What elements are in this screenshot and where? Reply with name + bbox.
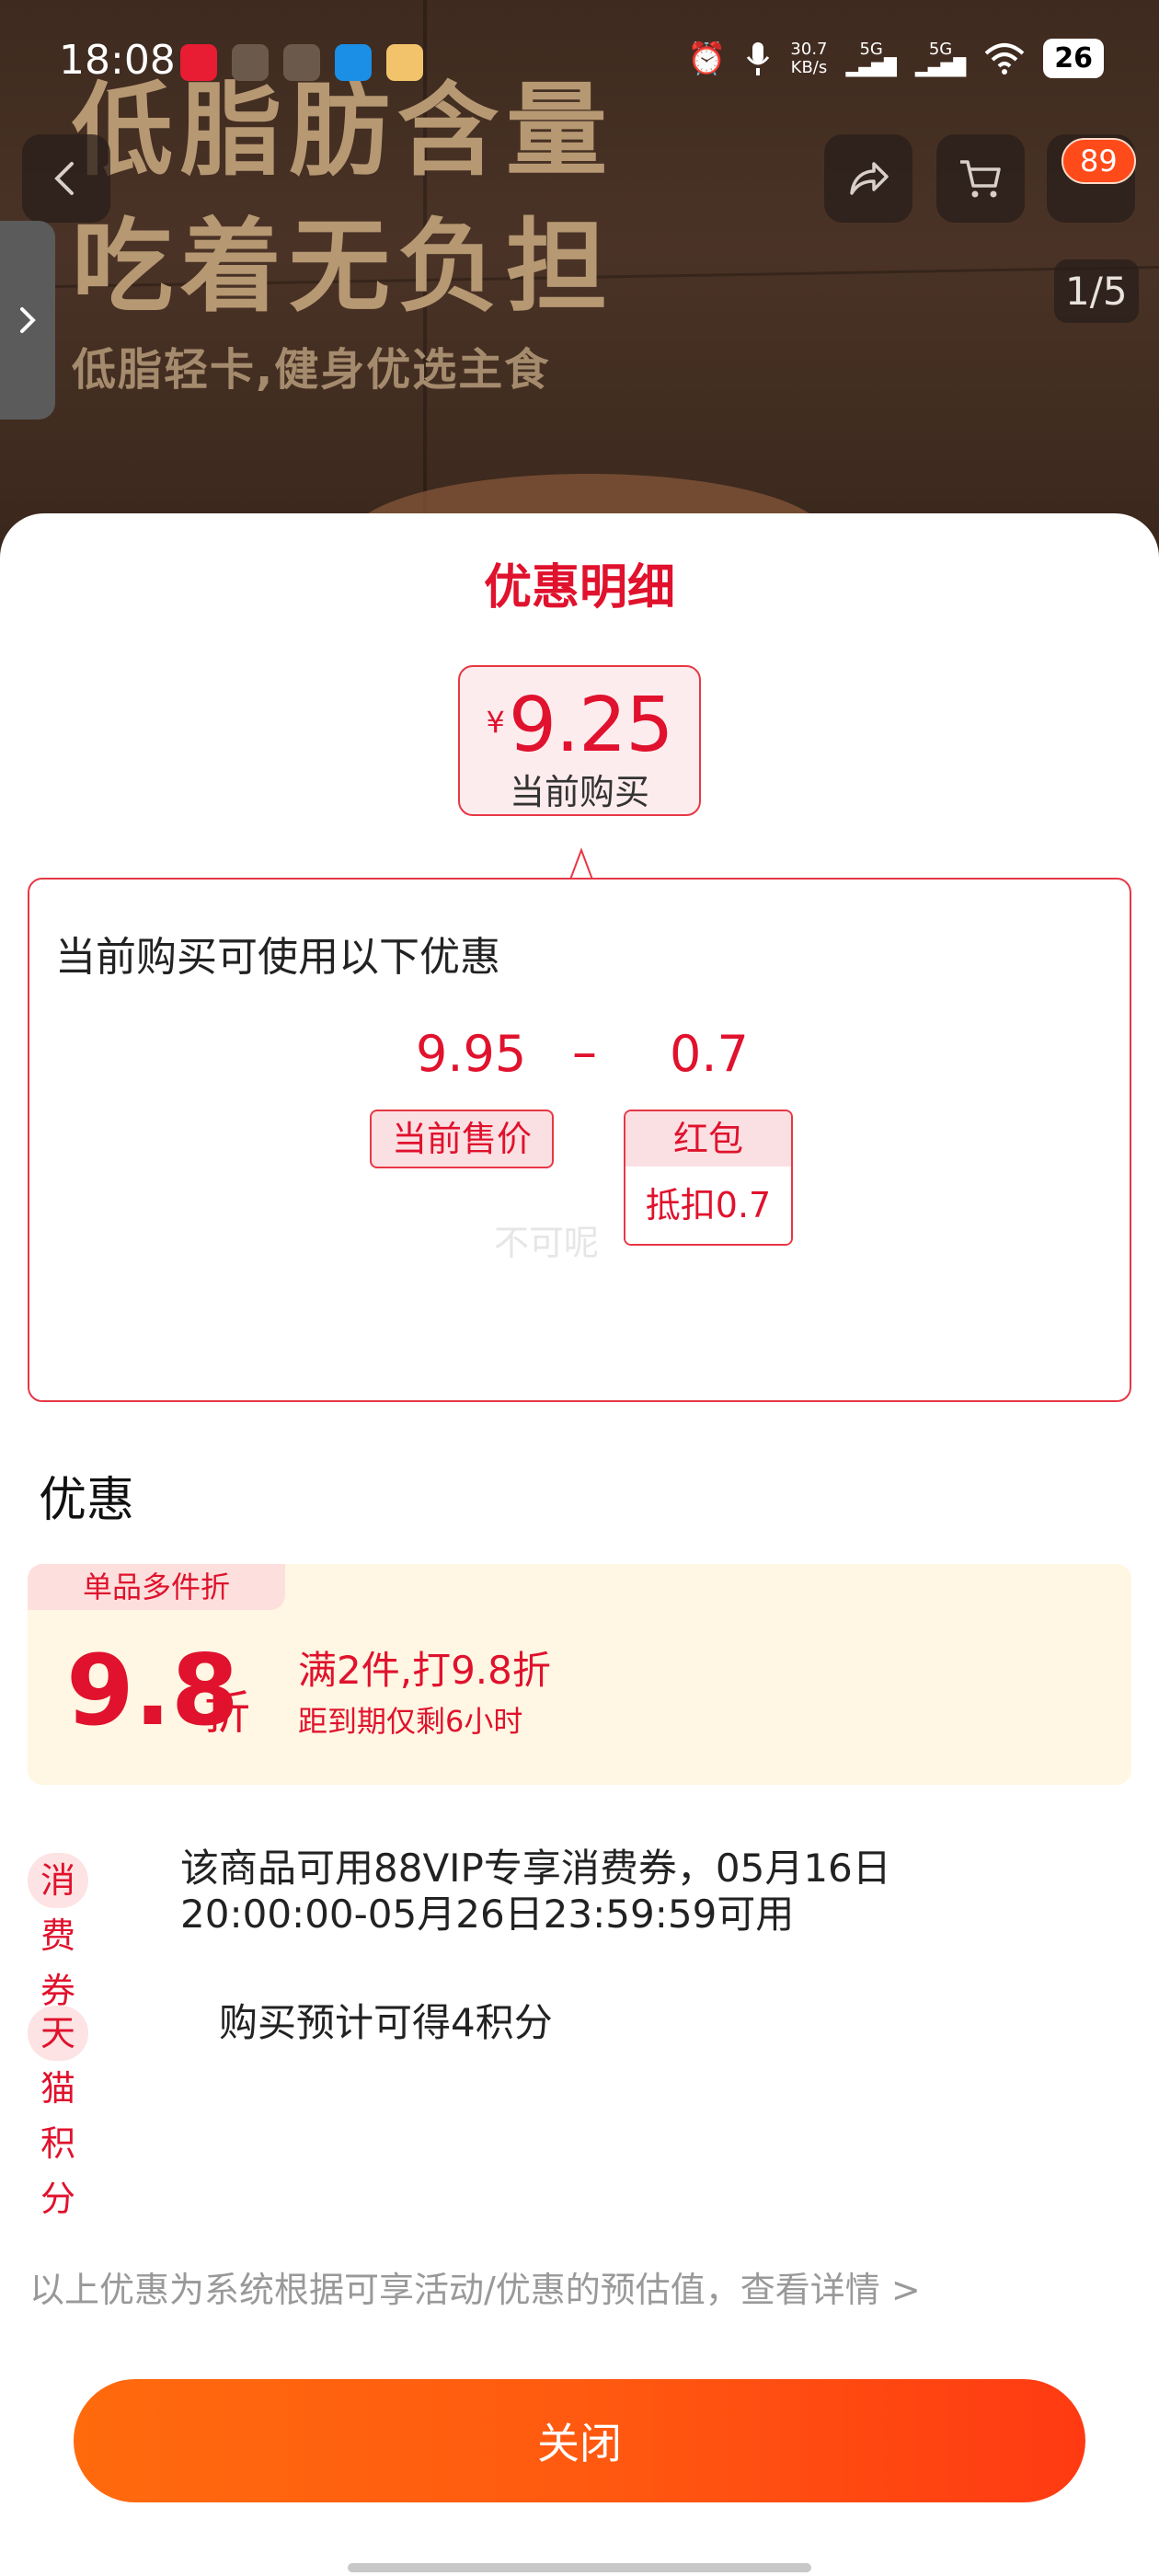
sheet-title: 优惠明细 [483, 560, 675, 615]
notification-icons [180, 44, 423, 81]
signal-bars-icon: ▂▄▆█ [845, 57, 897, 77]
current-price: 9.25 [508, 682, 674, 769]
promotions-section-title: 优惠 [39, 1473, 135, 1528]
net-speed-unit: KB/s [790, 57, 828, 77]
red-packet-title: 红包 [625, 1111, 791, 1167]
alarm-icon: ⏰ [687, 40, 727, 77]
discount-expiry: 距到期仅剩6小时 [298, 1704, 523, 1739]
mic-icon [747, 41, 770, 75]
app-notification-icon [335, 44, 372, 81]
app-notification-icon [283, 44, 320, 81]
app-notification-icon [180, 44, 217, 81]
multi-buy-tag: 单品多件折 [28, 1564, 285, 1610]
discount-unit: 折 [204, 1686, 250, 1740]
promo-text-line: 购买预计可得4积分 [219, 2000, 553, 2045]
app-notification-icon [232, 44, 269, 81]
back-icon [54, 162, 74, 195]
promo-text: 该商品可用88VIP专享消费券，05月16日 20:00:00-05月26日23… [180, 1846, 1100, 1938]
net-speed: 30.7 KB/s [790, 40, 827, 77]
cart-count-badge: 89 [1061, 138, 1136, 184]
status-bar: 18:08 ⏰ 30.7 KB/s 5G ▂▄▆█ 5G ▂▄▆█ 26 [0, 0, 1159, 120]
signal-label: 5G [928, 39, 953, 59]
app-notification-icon [386, 44, 423, 81]
promo-tag: 消费券 [28, 1853, 89, 2011]
home-indicator[interactable] [348, 2563, 811, 2572]
multi-buy-discount-card[interactable]: 单品多件折 9.8 折 满2件,打9.8折 距到期仅剩6小时 [28, 1564, 1131, 1785]
breakdown-heading: 当前购买可使用以下优惠 [55, 934, 500, 981]
discount-breakdown-box: 当前购买可使用以下优惠 9.95 – 0.7 当前售价 红包 抵扣0.7 不可呢 [28, 878, 1131, 1402]
chevron-right-icon [20, 307, 36, 333]
image-page-indicator: 1/5 [1054, 259, 1139, 323]
signal-1: 5G ▂▄▆█ [846, 40, 897, 77]
signal-bars-icon: ▂▄▆█ [914, 57, 967, 77]
current-price-label: 当前购买 [509, 772, 649, 812]
view-details-link[interactable]: 以上优惠为系统根据可享活动/优惠的预估值，查看详情 > [29, 2261, 921, 2312]
minus-sign: – [572, 1023, 597, 1081]
cart-icon [960, 160, 1001, 198]
net-speed-value: 30.7 [790, 39, 828, 59]
current-price-chip: ¥9.25 当前购买 [458, 665, 701, 816]
share-icon [850, 162, 889, 195]
signal-2: 5G ▂▄▆█ [915, 40, 966, 77]
status-right: ⏰ 30.7 KB/s 5G ▂▄▆█ 5G ▂▄▆█ 26 [687, 39, 1104, 78]
original-price-tag: 当前售价 [370, 1110, 554, 1168]
status-time: 18:08 [59, 37, 176, 84]
discount-value: 0.7 [670, 1025, 749, 1083]
discount-condition: 满2件,打9.8折 [298, 1648, 551, 1693]
product-headline-2: 吃着无负担 [72, 207, 614, 326]
red-packet-tag: 红包 抵扣0.7 [624, 1110, 793, 1246]
promo-text-line: 该商品可用88VIP专享消费券，05月16日 [180, 1846, 891, 1891]
share-button[interactable] [824, 134, 912, 223]
promo-text: 购买预计可得4积分 [219, 2000, 1102, 2046]
discount-detail-sheet: 优惠明细 ¥9.25 当前购买 当前购买可使用以下优惠 9.95 – 0.7 当… [0, 513, 1159, 2576]
signal-label: 5G [859, 39, 883, 59]
promo-text-line: 20:00:00-05月26日23:59:59可用 [180, 1892, 795, 1937]
currency-symbol: ¥ [486, 705, 505, 740]
close-button[interactable]: 关闭 [74, 2379, 1085, 2502]
wifi-icon [984, 42, 1025, 75]
back-button[interactable] [22, 134, 110, 223]
side-expand-tab[interactable] [0, 221, 55, 420]
watermark-text: 不可呢 [494, 1223, 600, 1263]
original-price-value: 9.95 [416, 1025, 527, 1083]
product-subline: 低脂轻卡,健身优选主食 [72, 344, 551, 396]
callout-pointer [548, 847, 614, 881]
price-row: ¥9.25 [460, 682, 699, 769]
battery-indicator: 26 [1043, 39, 1104, 78]
cart-button[interactable] [936, 134, 1025, 223]
red-packet-amount: 抵扣0.7 [625, 1167, 791, 1244]
promo-tag: 天猫积分 [28, 2006, 89, 2219]
